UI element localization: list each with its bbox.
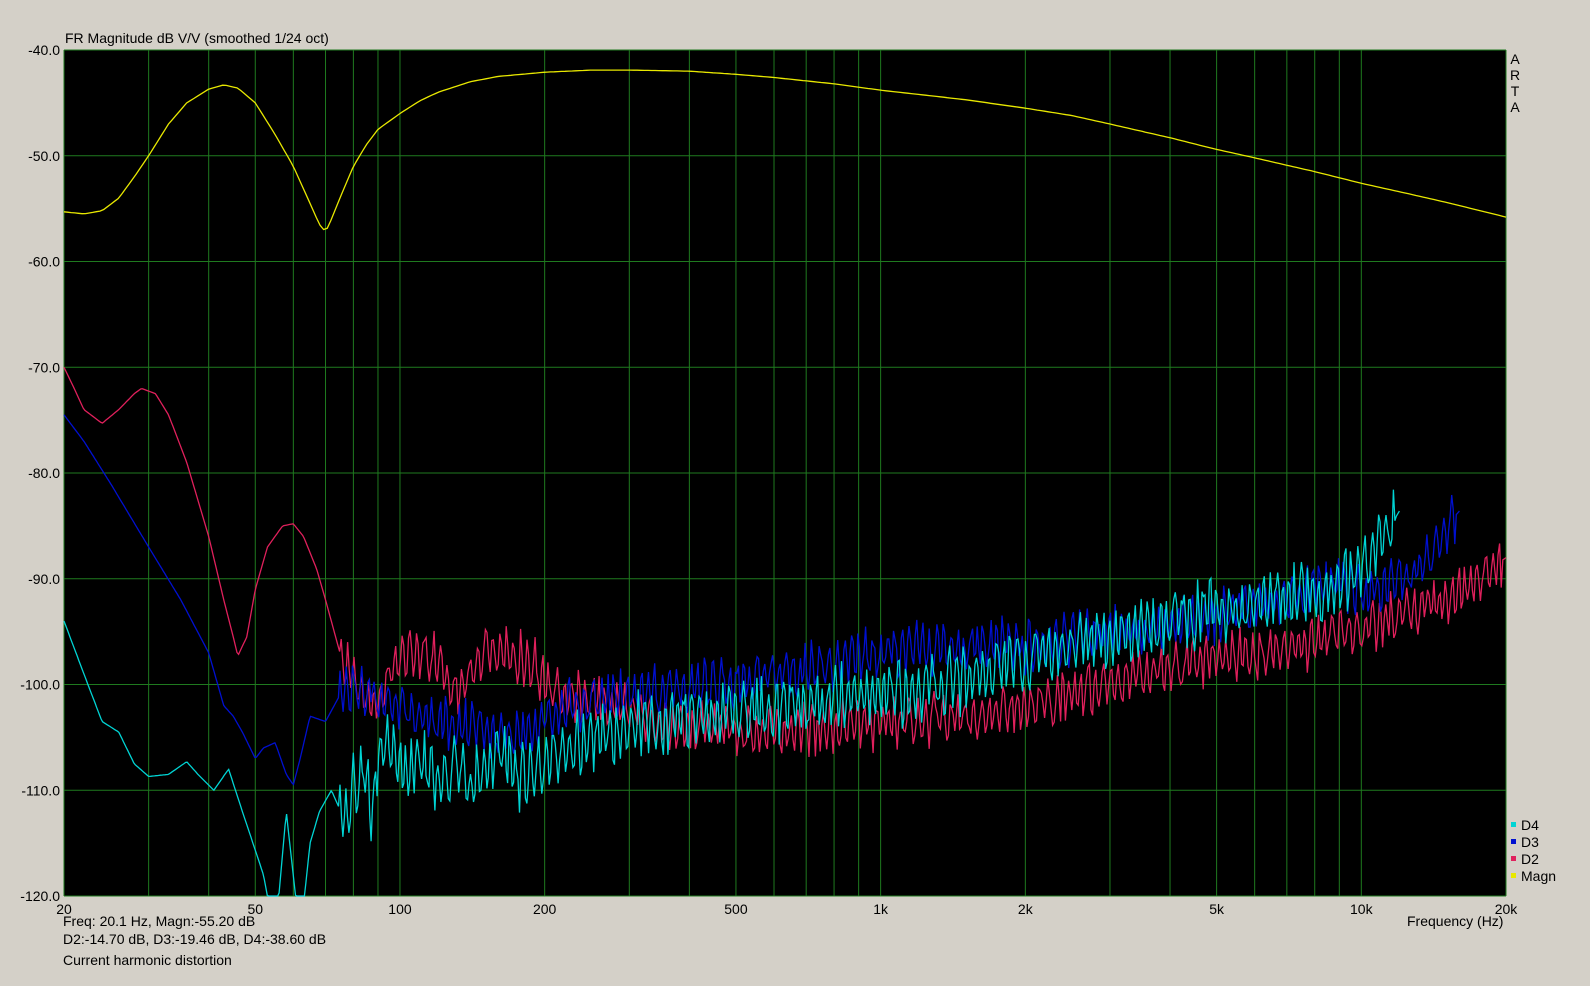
y-tick-label: -120.0 bbox=[20, 888, 60, 904]
brand-letter: T bbox=[1511, 83, 1520, 99]
x-tick-label: 2k bbox=[1018, 901, 1034, 917]
brand-letter: R bbox=[1510, 67, 1520, 83]
y-tick-label: -110.0 bbox=[21, 782, 60, 798]
freq-readout: Freq: 20.1 Hz, Magn:-55.20 dB bbox=[63, 913, 256, 929]
legend-swatch-d3 bbox=[1511, 839, 1516, 844]
y-tick-label: -40.0 bbox=[28, 42, 60, 58]
x-tick-label: 5k bbox=[1209, 901, 1225, 917]
arta-brand: ARTA bbox=[1510, 51, 1520, 115]
distortion-readout: D2:-14.70 dB, D3:-19.46 dB, D4:-38.60 dB bbox=[63, 931, 327, 947]
y-tick-label: -100.0 bbox=[20, 677, 60, 693]
y-tick-label: -70.0 bbox=[28, 359, 60, 375]
y-tick-label: -60.0 bbox=[28, 254, 60, 270]
legend: D4D3D2Magn bbox=[1511, 817, 1556, 884]
x-tick-label: 10k bbox=[1350, 901, 1374, 917]
mode-label: Current harmonic distortion bbox=[63, 952, 232, 968]
legend-swatch-magn bbox=[1511, 873, 1516, 878]
legend-label-d4: D4 bbox=[1521, 817, 1539, 833]
legend-label-d2: D2 bbox=[1521, 851, 1539, 867]
x-axis-ticks: 20 50 100 200 500 1k 2k 5k 10k 20k bbox=[56, 901, 1518, 917]
y-axis-ticks: -40.0 -50.0 -60.0 -70.0 -80.0 -90.0 -100.0 -110… bbox=[20, 42, 60, 904]
x-tick-label: 100 bbox=[388, 901, 412, 917]
legend-swatch-d4 bbox=[1511, 822, 1516, 827]
x-tick-label: 1k bbox=[873, 901, 889, 917]
legend-swatch-d2 bbox=[1511, 856, 1516, 861]
y-tick-label: -50.0 bbox=[28, 148, 60, 164]
legend-label-magn: Magn bbox=[1521, 868, 1556, 884]
chart-title: FR Magnitude dB V/V (smoothed 1/24 oct) bbox=[65, 30, 329, 46]
x-tick-label: 500 bbox=[724, 901, 748, 917]
x-axis-label: Frequency (Hz) bbox=[1407, 913, 1504, 929]
y-tick-label: -80.0 bbox=[28, 465, 60, 481]
brand-letter: A bbox=[1510, 99, 1520, 115]
chart-svg: -40.0 -50.0 -60.0 -70.0 -80.0 -90.0 -100.0 -110… bbox=[20, 42, 1556, 917]
brand-letter: A bbox=[1510, 51, 1520, 67]
y-tick-label: -90.0 bbox=[28, 571, 60, 587]
x-tick-label: 200 bbox=[533, 901, 557, 917]
legend-label-d3: D3 bbox=[1521, 834, 1539, 850]
